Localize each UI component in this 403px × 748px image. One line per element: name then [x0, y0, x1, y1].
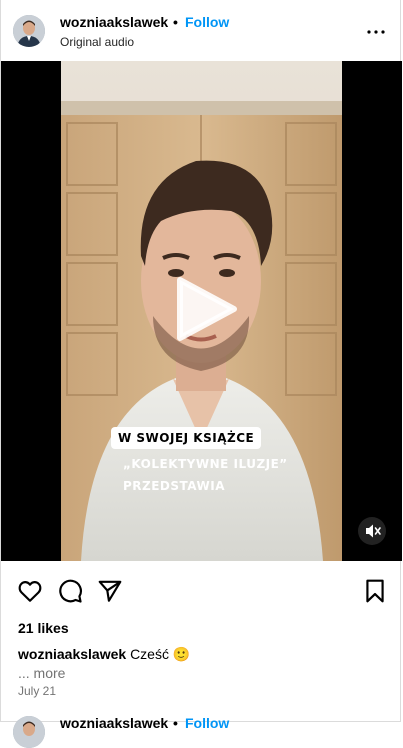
- send-icon[interactable]: [97, 578, 123, 604]
- video-caption-line-1: W SWOJEJ KSIĄŻCE: [111, 427, 262, 449]
- video-caption-line-2: „KOLEKTYWNE ILUZJE”: [123, 457, 288, 471]
- comment-icon[interactable]: [57, 578, 83, 604]
- post-header: wozniaakslawek • Follow Original audio: [1, 0, 402, 62]
- post-actions-bar: [1, 572, 402, 612]
- next-separator-dot: •: [173, 715, 178, 731]
- speaker-muted-icon[interactable]: [358, 517, 386, 545]
- next-username-link[interactable]: wozniaakslawek: [60, 715, 168, 731]
- next-post-header: wozniaakslawek • Follow: [1, 708, 402, 748]
- next-follow-button[interactable]: Follow: [185, 715, 229, 731]
- more-options-icon[interactable]: [364, 20, 388, 44]
- video-caption-line-3: PRZEDSTAWIA: [123, 479, 226, 493]
- username-link[interactable]: wozniaakslawek: [60, 14, 168, 30]
- likes-count[interactable]: 21 likes: [18, 620, 69, 636]
- next-avatar[interactable]: [13, 716, 45, 748]
- separator-dot: •: [173, 14, 178, 30]
- follow-button[interactable]: Follow: [185, 14, 229, 30]
- post-caption: wozniaakslawek Cześć 🙂: [18, 646, 190, 663]
- bookmark-icon[interactable]: [362, 578, 388, 604]
- audio-link[interactable]: Original audio: [60, 35, 134, 49]
- heart-icon[interactable]: [17, 578, 43, 604]
- post-date[interactable]: July 21: [18, 684, 56, 698]
- post-card: wozniaakslawek • Follow Original audio W…: [0, 0, 402, 748]
- caption-text: Cześć 🙂: [130, 646, 191, 662]
- play-icon[interactable]: [172, 276, 238, 342]
- caption-username-link[interactable]: wozniaakslawek: [18, 646, 126, 662]
- avatar[interactable]: [13, 15, 45, 47]
- caption-more-link[interactable]: ... more: [18, 665, 65, 681]
- video-player[interactable]: W SWOJEJ KSIĄŻCE „KOLEKTYWNE ILUZJE” PRZ…: [1, 61, 402, 561]
